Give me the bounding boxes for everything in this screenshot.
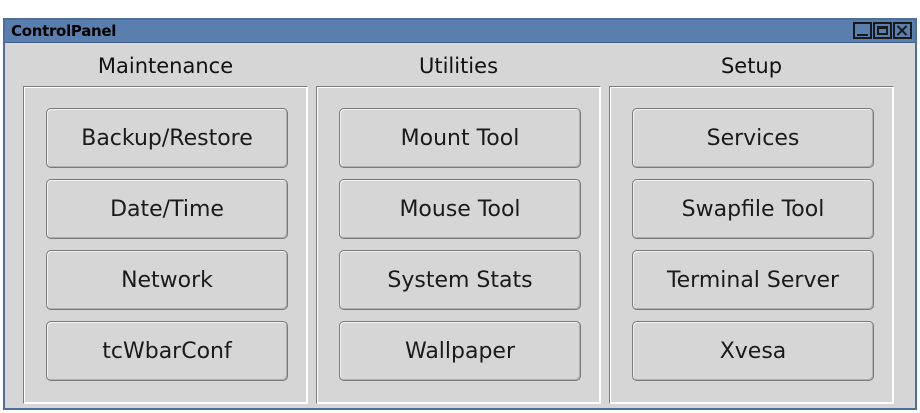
- network-button[interactable]: Network: [46, 250, 288, 310]
- group-box-utilities: Mount Tool Mouse Tool System Stats Wallp…: [316, 86, 601, 404]
- group-title-maintenance: Maintenance: [97, 54, 234, 78]
- window-controls: [853, 22, 912, 39]
- desktop-top-strip: [0, 0, 920, 18]
- group-title-utilities: Utilities: [418, 54, 499, 78]
- tcwbarconf-button[interactable]: tcWbarConf: [46, 321, 288, 381]
- window-title: ControlPanel: [11, 22, 117, 40]
- group-box-maintenance: Backup/Restore Date/Time Network tcWbarC…: [23, 86, 308, 404]
- terminal-server-button[interactable]: Terminal Server: [632, 250, 874, 310]
- maximize-icon: [875, 24, 890, 37]
- mount-tool-button[interactable]: Mount Tool: [339, 108, 581, 168]
- wallpaper-button[interactable]: Wallpaper: [339, 321, 581, 381]
- control-panel-window: ControlPanel Maintenance Backup/Restore …: [3, 18, 917, 410]
- swapfile-tool-button[interactable]: Swapfile Tool: [632, 179, 874, 239]
- mouse-tool-button[interactable]: Mouse Tool: [339, 179, 581, 239]
- services-button[interactable]: Services: [632, 108, 874, 168]
- date-time-button[interactable]: Date/Time: [46, 179, 288, 239]
- close-button[interactable]: [893, 22, 912, 39]
- xvesa-button[interactable]: Xvesa: [632, 321, 874, 381]
- minimize-button[interactable]: [853, 22, 872, 39]
- system-stats-button[interactable]: System Stats: [339, 250, 581, 310]
- group-box-setup: Services Swapfile Tool Terminal Server X…: [609, 86, 894, 404]
- maximize-button[interactable]: [873, 22, 892, 39]
- close-icon: [895, 24, 910, 37]
- backup-restore-button[interactable]: Backup/Restore: [46, 108, 288, 168]
- group-title-setup: Setup: [720, 54, 783, 78]
- title-bar[interactable]: ControlPanel: [5, 20, 915, 43]
- minimize-icon: [855, 24, 870, 37]
